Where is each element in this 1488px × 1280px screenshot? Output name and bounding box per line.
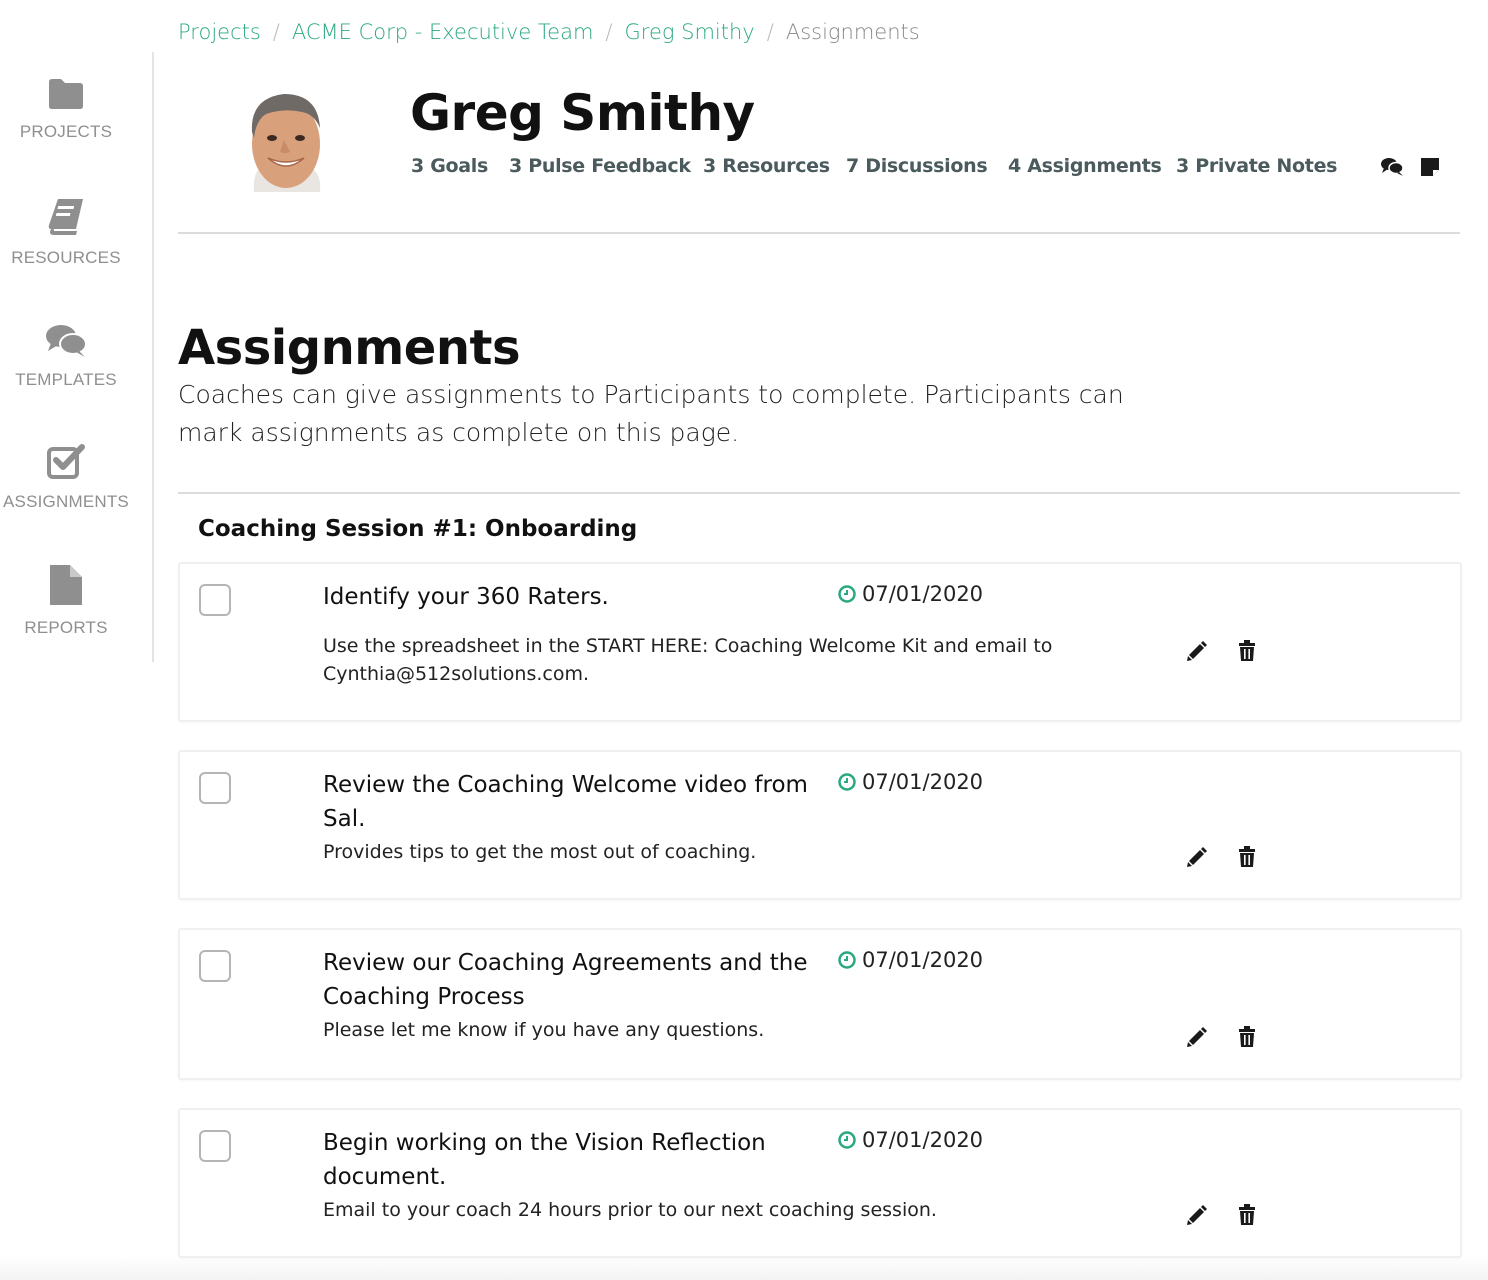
assignment-description: Provides tips to get the most out of coa… — [323, 841, 757, 863]
trash-icon[interactable] — [1238, 640, 1256, 662]
assignment-due-date: 07/01/2020 — [838, 1128, 983, 1152]
clock-icon — [838, 585, 856, 603]
sidebar-item-label: ASSIGNMENTS — [3, 492, 129, 511]
participant-name: Greg Smithy — [410, 84, 755, 142]
stat-discussions[interactable]: 7 Discussions — [846, 155, 988, 177]
sidebar-item-resources[interactable]: RESOURCES — [0, 198, 132, 268]
assignment-due-date: 07/01/2020 — [838, 948, 983, 972]
header-divider — [178, 232, 1460, 234]
folder-icon — [49, 79, 83, 109]
trash-icon[interactable] — [1238, 846, 1256, 868]
stat-assignments[interactable]: 4 Assignments — [1008, 155, 1162, 177]
page-title: Assignments — [178, 320, 521, 376]
assignment-title: Begin working on the Vision Reflection d… — [323, 1130, 766, 1190]
sidebar: PROJECTS RESOURCES TEMPLATES ASSIGNMENTS — [0, 52, 154, 662]
clock-icon — [838, 773, 856, 791]
assignment-card: Review our Coaching Agreements and the C… — [178, 928, 1462, 1080]
sidebar-item-reports[interactable]: REPORTS — [0, 564, 132, 638]
assignment-checkbox[interactable] — [199, 772, 231, 804]
assignment-date-text: 07/01/2020 — [862, 582, 984, 606]
breadcrumb-participant[interactable]: Greg Smithy — [625, 20, 755, 44]
sticky-note-icon[interactable] — [1420, 157, 1440, 177]
sidebar-item-label: TEMPLATES — [15, 370, 117, 389]
stat-resources[interactable]: 3 Resources — [703, 155, 830, 177]
stat-private-notes[interactable]: 3 Private Notes — [1176, 155, 1337, 177]
assignment-due-date: 07/01/2020 — [838, 582, 983, 606]
sidebar-item-label: RESOURCES — [11, 248, 121, 267]
sidebar-item-label: PROJECTS — [19, 122, 113, 141]
edit-pencil-icon[interactable] — [1186, 846, 1208, 868]
breadcrumb: Projects / ACME Corp - Executive Team / Greg… — [178, 20, 920, 44]
stat-goals[interactable]: 3 Goals — [411, 155, 488, 177]
clock-icon — [838, 1131, 856, 1149]
assignment-checkbox[interactable] — [199, 950, 231, 982]
bottom-fade — [0, 1256, 1488, 1280]
assignment-card: Begin working on the Vision Reflection d… — [178, 1108, 1462, 1258]
chat-icon[interactable] — [1380, 156, 1404, 178]
assignment-title: Identify your 360 Raters. — [323, 584, 609, 610]
assignment-card: Review the Coaching Welcome video from S… — [178, 750, 1462, 900]
page-description: Coaches can give assignments to Particip… — [178, 380, 1124, 447]
breadcrumb-separator: / — [272, 20, 280, 44]
breadcrumb-separator: / — [766, 20, 774, 44]
assignment-description: Use the spreadsheet in the START HERE: C… — [323, 635, 1053, 685]
checked-box-icon — [47, 444, 85, 479]
trash-icon[interactable] — [1238, 1204, 1256, 1226]
chat-bubbles-icon — [46, 325, 87, 357]
assignment-card: Identify your 360 Raters. 07/01/2020 Use… — [178, 562, 1462, 722]
section-title: Coaching Session #1: Onboarding — [198, 516, 638, 542]
assignment-checkbox[interactable] — [199, 584, 231, 616]
assignment-checkbox[interactable] — [199, 1130, 231, 1162]
trash-icon[interactable] — [1238, 1026, 1256, 1048]
book-icon — [48, 199, 83, 235]
sidebar-item-label: REPORTS — [24, 618, 108, 637]
sidebar-item-assignments[interactable]: ASSIGNMENTS — [0, 444, 132, 512]
section-divider — [178, 492, 1460, 494]
assignment-date-text: 07/01/2020 — [862, 770, 984, 794]
edit-pencil-icon[interactable] — [1186, 640, 1208, 662]
assignment-description: Email to your coach 24 hours prior to ou… — [323, 1199, 937, 1221]
clock-icon — [838, 951, 856, 969]
assignment-title: Review our Coaching Agreements and the C… — [323, 950, 808, 1010]
breadcrumb-projects[interactable]: Projects — [178, 20, 261, 44]
edit-pencil-icon[interactable] — [1186, 1026, 1208, 1048]
assignment-date-text: 07/01/2020 — [862, 948, 984, 972]
avatar — [251, 94, 321, 192]
assignment-due-date: 07/01/2020 — [838, 770, 983, 794]
document-icon — [50, 565, 82, 605]
assignment-title: Review the Coaching Welcome video from S… — [323, 772, 808, 832]
stat-pulse-feedback[interactable]: 3 Pulse Feedback — [509, 155, 691, 177]
assignment-description: Please let me know if you have any quest… — [323, 1019, 765, 1041]
breadcrumb-separator: / — [605, 20, 613, 44]
edit-pencil-icon[interactable] — [1186, 1204, 1208, 1226]
sidebar-item-templates[interactable]: TEMPLATES — [0, 324, 132, 390]
assignment-date-text: 07/01/2020 — [862, 1128, 984, 1152]
breadcrumb-current: Assignments — [785, 20, 920, 44]
breadcrumb-project[interactable]: ACME Corp - Executive Team — [292, 20, 594, 44]
sidebar-item-projects[interactable]: PROJECTS — [0, 78, 132, 142]
